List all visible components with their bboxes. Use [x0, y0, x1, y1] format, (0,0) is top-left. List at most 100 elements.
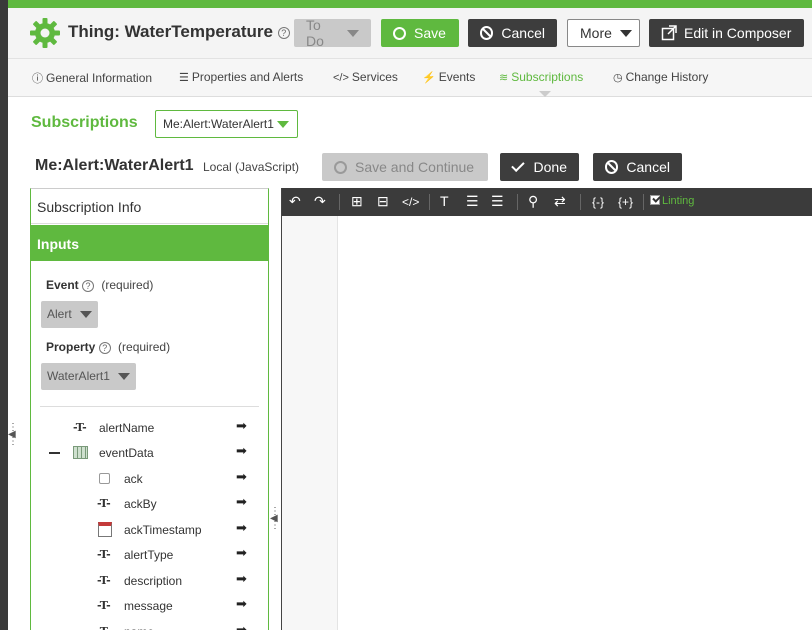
subscription-select[interactable]: Me:Alert:WaterAlert1 [155, 110, 298, 138]
fold-icon[interactable]: {-} [592, 195, 604, 209]
editor-toolbar: ↶ ↷ ⊞ ⊟ </> T ☰ ☰ ⚲ ⇄ {-} {+} Linting [282, 188, 812, 216]
arrow-right-icon[interactable]: ➡ [236, 469, 247, 485]
toolbar-separator [580, 194, 581, 210]
help-icon[interactable]: ? [277, 26, 290, 39]
subscription-select-value: Me:Alert:WaterAlert1 [163, 117, 274, 131]
list-item: -T- ackBy ➡ [31, 494, 268, 514]
string-type-icon: -T- [97, 625, 111, 630]
panel-resize-grip[interactable]: ⋮ ◀ ⋮ [270, 507, 280, 531]
save-circle-icon [334, 160, 347, 174]
info-icon: ⓘ [32, 73, 43, 85]
page-title-text: Thing: WaterTemperature [68, 22, 273, 41]
event-select[interactable]: Alert [41, 301, 98, 328]
arrow-right-icon[interactable]: ➡ [236, 622, 247, 630]
list-item: eventData ➡ [31, 443, 268, 463]
redo-icon[interactable]: ↷ [314, 193, 326, 210]
save-circle-icon [393, 26, 406, 40]
string-type-icon: -T- [97, 497, 111, 510]
tab-services[interactable]: </> Services [333, 70, 398, 84]
outdent-icon[interactable]: ☰ [491, 193, 504, 210]
string-type-icon: -T- [97, 599, 111, 612]
list-item: -T- message ➡ [31, 596, 268, 616]
left-edge-bar [0, 0, 8, 630]
subscription-cancel-button[interactable]: Cancel [593, 153, 682, 181]
arrow-right-icon[interactable]: ➡ [236, 418, 247, 434]
chevron-down-icon [619, 29, 632, 37]
tab-subscriptions[interactable]: ≋ Subscriptions [499, 70, 583, 84]
tab-change-history[interactable]: ◷ Change History [613, 70, 708, 84]
property-select[interactable]: WaterAlert1 [41, 363, 136, 390]
tab-general-information[interactable]: ⓘ General Information [32, 70, 152, 86]
clock-icon: ◷ [613, 72, 623, 84]
tab-label: Properties and Alerts [191, 70, 304, 84]
field-name: ack [124, 472, 143, 486]
linting-label: Linting [662, 195, 695, 207]
top-accent-strip [8, 0, 812, 8]
check-icon [511, 158, 525, 172]
arrow-right-icon[interactable]: ➡ [236, 520, 247, 536]
linting-checkbox[interactable] [650, 195, 660, 205]
undo-icon[interactable]: ↶ [289, 193, 301, 210]
gear-icon [30, 18, 60, 48]
calendar-icon [98, 522, 112, 537]
help-icon[interactable]: ? [98, 341, 111, 354]
field-name: eventData [99, 446, 154, 460]
required-text: (required) [118, 340, 171, 354]
save-button[interactable]: Save [381, 19, 459, 47]
toolbar-separator [643, 194, 644, 210]
remove-comment-icon[interactable]: ⊟ [377, 193, 389, 210]
more-button[interactable]: More [567, 19, 640, 47]
todo-label: To Do [306, 17, 324, 49]
save-label: Save [414, 25, 446, 41]
field-name: description [124, 574, 183, 588]
format-text-icon[interactable]: T [440, 193, 449, 209]
add-comment-icon[interactable]: ⊞ [351, 193, 363, 210]
collapse-icon[interactable] [49, 452, 60, 454]
left-collapse-grip[interactable]: ⋮ ◀ ⋮ [8, 423, 18, 447]
subscription-info-section[interactable]: Subscription Info [31, 189, 268, 224]
linting-toggle[interactable]: Linting [650, 195, 694, 207]
divider [40, 406, 259, 407]
tab-events[interactable]: ⚡ Events [422, 70, 475, 84]
list-item: ackTimestamp ➡ [31, 520, 268, 540]
unfold-icon[interactable]: {+} [618, 195, 633, 209]
arrow-right-icon[interactable]: ➡ [236, 545, 247, 561]
header-bar: Thing: WaterTemperature ? To Do Save Can… [8, 8, 812, 59]
save-and-continue-button[interactable]: Save and Continue [322, 153, 488, 181]
field-name: message [124, 599, 173, 613]
code-editor[interactable]: ↶ ↷ ⊞ ⊟ </> T ☰ ☰ ⚲ ⇄ {-} {+} Linting [281, 188, 812, 630]
event-label-text: Event [46, 278, 79, 292]
inputs-section[interactable]: Inputs [31, 225, 268, 261]
rss-icon: ≋ [499, 72, 509, 84]
todo-button[interactable]: To Do [294, 17, 371, 49]
property-select-value: WaterAlert1 [47, 369, 110, 383]
active-tab-pointer [539, 91, 551, 97]
code-icon[interactable]: </> [402, 195, 419, 209]
toolbar-separator [517, 194, 518, 210]
property-label-text: Property [46, 340, 96, 354]
arrow-right-icon[interactable]: ➡ [236, 596, 247, 612]
arrow-right-icon[interactable]: ➡ [236, 571, 247, 587]
arrow-right-icon[interactable]: ➡ [236, 443, 247, 459]
cancel-button[interactable]: Cancel [468, 19, 557, 47]
done-button[interactable]: Done [500, 153, 579, 181]
arrow-right-icon[interactable]: ➡ [236, 494, 247, 510]
tab-properties-and-alerts[interactable]: ☰ Properties and Alerts [179, 70, 303, 84]
save-and-continue-label: Save and Continue [355, 159, 475, 175]
replace-icon[interactable]: ⇄ [554, 193, 566, 210]
boolean-type-icon [99, 473, 110, 484]
app-frame: Thing: WaterTemperature ? To Do Save Can… [0, 0, 812, 630]
list-item: -T- description ➡ [31, 571, 268, 591]
toolbar-separator [339, 194, 340, 210]
field-name: alertName [99, 421, 155, 435]
cancel-icon [605, 160, 619, 174]
indent-icon[interactable]: ☰ [466, 193, 479, 210]
help-icon[interactable]: ? [82, 279, 95, 292]
field-name: alertType [124, 548, 174, 562]
property-label: Property ? (required) [46, 340, 170, 354]
string-type-icon: -T- [97, 574, 111, 587]
search-icon[interactable]: ⚲ [528, 193, 538, 210]
tab-label: General Information [46, 71, 153, 85]
edit-in-composer-button[interactable]: Edit in Composer [649, 19, 804, 47]
page-title: Thing: WaterTemperature ? [68, 22, 290, 42]
